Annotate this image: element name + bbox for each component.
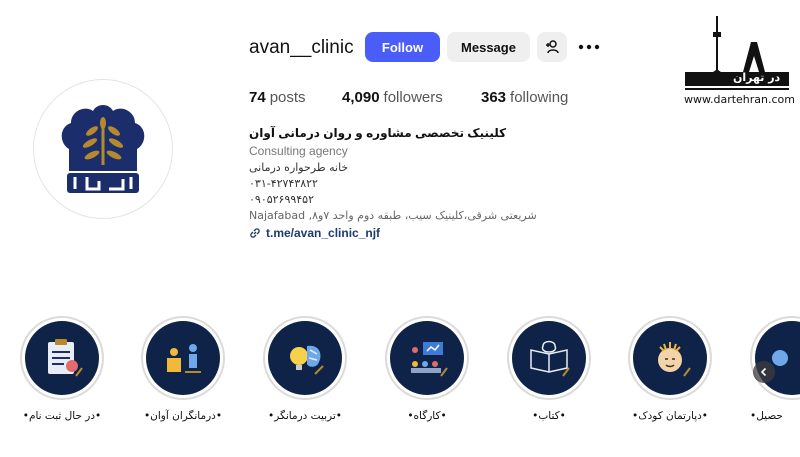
watermark-logo-text: در تهران	[733, 71, 781, 84]
add-user-icon	[546, 40, 559, 54]
highlight-label: •در حال ثبت نام•	[22, 410, 102, 422]
registration-clipboard-icon	[48, 339, 83, 377]
bio-line: خانه طرحواره درمانی	[249, 161, 349, 174]
posts-count: 74	[249, 89, 266, 106]
workshop-presentation-icon	[411, 342, 448, 377]
highlight-book[interactable]: •کتاب•	[507, 316, 591, 422]
following-stat[interactable]: 363 following	[481, 89, 568, 106]
watermark-url: www.dartehran.com	[684, 93, 795, 106]
therapists-icon	[167, 344, 201, 373]
highlight-ring	[750, 316, 800, 400]
bio-address: Najafabad ,شریعتی شرقی،کلینیک سیب، طبقه …	[249, 209, 537, 222]
highlight-ring	[263, 316, 347, 400]
avan-logo-icon	[61, 105, 145, 193]
profile-avatar[interactable]	[33, 79, 173, 219]
highlight-ring	[507, 316, 591, 400]
follow-button[interactable]: Follow	[365, 32, 440, 62]
highlight-label: حصیل•	[750, 410, 783, 422]
highlight-ring	[385, 316, 469, 400]
highlights-scroll-left-button[interactable]	[753, 361, 775, 383]
followers-label: followers	[383, 89, 443, 106]
highlight-ring	[20, 316, 104, 400]
brain-lightbulb-icon	[290, 345, 324, 375]
link-icon	[250, 228, 260, 238]
more-options-button[interactable]	[577, 36, 601, 58]
bio-link-text[interactable]: t.me/avan_clinic_njf	[266, 226, 380, 240]
highlight-therapists[interactable]: •درمانگران آوان•	[141, 316, 225, 422]
highlight-label: •درمانگران آوان•	[143, 410, 223, 422]
followers-stat[interactable]: 4,090 followers	[342, 89, 443, 106]
bio-category: Consulting agency	[249, 144, 348, 158]
highlight-label: •دپارتمان کودک•	[632, 410, 708, 422]
following-count: 363	[481, 89, 507, 106]
more-dots-icon	[578, 44, 600, 50]
chevron-left-icon	[760, 367, 767, 377]
bio-link[interactable]: t.me/avan_clinic_njf	[249, 226, 380, 240]
suggested-users-button[interactable]	[537, 32, 567, 62]
followers-count: 4,090	[342, 89, 380, 106]
bio-phone-1: ۰۳۱-۴۲۷۴۳۸۲۲	[249, 177, 318, 190]
book-icon	[530, 340, 570, 377]
highlight-ring	[628, 316, 712, 400]
posts-label: posts	[269, 89, 306, 106]
highlight-workshop[interactable]: •کارگاه•	[385, 316, 469, 422]
posts-stat: 74 posts	[249, 89, 306, 106]
highlight-registration[interactable]: •در حال ثبت نام•	[20, 316, 104, 422]
highlight-label: •تربیت درمانگر•	[268, 410, 342, 422]
message-button[interactable]: Message	[447, 32, 530, 62]
highlight-therapist-training[interactable]: •تربیت درمانگر•	[263, 316, 347, 422]
highlight-label: •کارگاه•	[407, 410, 447, 422]
highlight-ring	[141, 316, 225, 400]
bio-name: کلینیک تخصصی مشاوره و روان درمانی آوان	[249, 126, 507, 140]
following-label: following	[510, 89, 569, 106]
highlight-child-department[interactable]: •دپارتمان کودک•	[628, 316, 712, 422]
username: avan__clinic	[249, 37, 354, 58]
child-head-icon	[658, 342, 691, 377]
bio-phone-2: ۰۹۰۵۲۶۹۹۴۵۲	[249, 193, 314, 206]
highlight-label: •کتاب•	[532, 410, 566, 422]
